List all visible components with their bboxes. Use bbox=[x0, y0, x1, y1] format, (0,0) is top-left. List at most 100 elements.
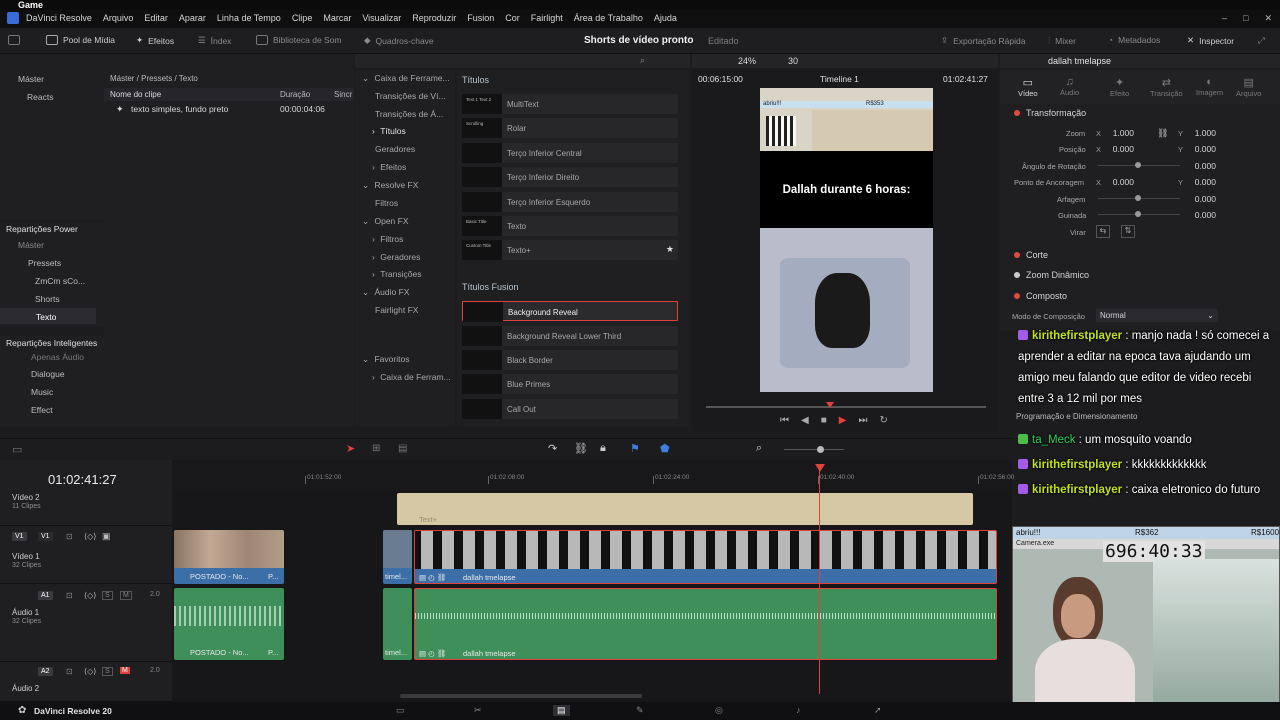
menu-item[interactable]: Ajuda bbox=[654, 13, 677, 23]
crop-section[interactable]: Corte bbox=[1014, 250, 1048, 260]
effect-item[interactable]: Terço Inferior Central bbox=[462, 143, 678, 163]
maximize-icon[interactable]: □ bbox=[1243, 13, 1248, 24]
effects-search-icon[interactable]: ⌕ bbox=[640, 55, 645, 66]
menu-item[interactable]: Fairlight bbox=[531, 13, 563, 23]
quick-export-button[interactable]: ⇪ Exportação Rápida bbox=[941, 35, 1025, 46]
effects-tree-item[interactable]: › Transições bbox=[372, 269, 421, 279]
fusion-title-item[interactable]: Blue Primes bbox=[462, 374, 678, 394]
auto-select-icon[interactable]: ⟨◇⟩ bbox=[84, 532, 96, 541]
effects-tree-item[interactable]: Transições de Ví... bbox=[372, 91, 446, 101]
edit-page-icon[interactable]: ▤ bbox=[553, 705, 570, 716]
menu-item[interactable]: Linha de Tempo bbox=[217, 13, 281, 23]
menu-item[interactable]: Marcar bbox=[323, 13, 351, 23]
color-page-icon[interactable]: ◎ bbox=[715, 705, 723, 716]
bin-master[interactable]: Máster bbox=[18, 74, 44, 84]
transform-section[interactable]: Transformação bbox=[1014, 108, 1086, 118]
inspector-tab[interactable]: ⇄ Transição bbox=[1150, 76, 1183, 98]
layout-icon[interactable] bbox=[8, 35, 20, 45]
smart-bin-music[interactable]: Music bbox=[31, 387, 53, 397]
rotation-slider[interactable] bbox=[1135, 162, 1141, 168]
effect-item[interactable]: Scrolling Rolar bbox=[462, 118, 678, 138]
menu-item[interactable]: Cor bbox=[505, 13, 520, 23]
fusion-titles-section-header[interactable]: Títulos Fusion bbox=[462, 282, 519, 292]
composite-section[interactable]: Composto bbox=[1014, 291, 1067, 301]
track-visibility-icon[interactable]: ▣ bbox=[102, 531, 111, 542]
track-id-a2[interactable]: A2 bbox=[38, 667, 53, 676]
anchor-x-field[interactable]: 0.000 bbox=[1098, 177, 1134, 187]
yaw-field[interactable]: 0.000 bbox=[1180, 210, 1216, 220]
timeline-view-icon[interactable]: ▭ bbox=[12, 443, 22, 456]
menu-item[interactable]: DaVinci Resolve bbox=[26, 13, 92, 23]
track-id-a1[interactable]: A1 bbox=[38, 591, 53, 600]
rotation-field[interactable]: 0.000 bbox=[1180, 161, 1216, 171]
auto-select-icon[interactable]: ⟨◇⟩ bbox=[84, 591, 96, 600]
link-clips-icon[interactable]: ⛓ bbox=[574, 442, 588, 455]
text-plus-clip[interactable]: Text+ bbox=[397, 493, 973, 525]
effects-tree-item[interactable]: Filtros bbox=[372, 198, 398, 208]
media-pool-button[interactable]: Pool de Mídia bbox=[46, 35, 115, 45]
effects-tree-item[interactable]: › Caixa de Ferram... bbox=[372, 372, 451, 382]
fusion-title-item[interactable]: Black Border bbox=[462, 350, 678, 370]
effects-tree-item[interactable]: ⌄ Áudio FX bbox=[362, 287, 409, 298]
play-icon[interactable]: ▶ bbox=[839, 415, 847, 426]
smart-bin-audio[interactable]: Apenas Áudio bbox=[31, 352, 84, 362]
fusion-page-icon[interactable]: ✎ bbox=[636, 705, 644, 716]
position-x-field[interactable]: 0.000 bbox=[1098, 144, 1134, 154]
link-icon[interactable]: ⛓ bbox=[1157, 128, 1168, 139]
audio-clip-dallah[interactable]: ▤ ◴ ⛓ dallah tmelapse bbox=[414, 588, 997, 660]
power-bin-zmcm[interactable]: ZmCm sCo... bbox=[35, 276, 85, 286]
solo-button[interactable]: S bbox=[102, 667, 113, 676]
fusion-title-item[interactable]: Background Reveal bbox=[462, 301, 678, 322]
zoom-x-field[interactable]: 1.000 bbox=[1098, 128, 1134, 138]
inspector-tab[interactable]: ♫ Áudio bbox=[1060, 76, 1079, 97]
effects-button[interactable]: ✦ Efeitos bbox=[136, 35, 174, 46]
scrubber-playhead[interactable] bbox=[826, 402, 834, 408]
effect-item[interactable]: Text 1 Text 2 MultiText bbox=[462, 94, 678, 114]
skip-back-icon[interactable]: ⏮ bbox=[780, 415, 789, 426]
effects-tree-item[interactable]: › Geradores bbox=[372, 252, 420, 262]
effect-item[interactable]: Terço Inferior Esquerdo bbox=[462, 192, 678, 212]
menu-item[interactable]: Fusion bbox=[467, 13, 494, 23]
effects-tree-item[interactable]: Fairlight FX bbox=[372, 305, 418, 315]
inspector-button[interactable]: ✕ Inspector bbox=[1187, 35, 1234, 46]
mute-button[interactable]: M bbox=[120, 591, 132, 600]
track-id-v1-dest[interactable]: V1 bbox=[12, 532, 27, 541]
flip-horizontal-icon[interactable]: ⇆ bbox=[1096, 225, 1110, 238]
effect-item[interactable]: Basic Title Texto bbox=[462, 216, 678, 236]
power-bin-master[interactable]: Máster bbox=[18, 240, 44, 250]
lock-track-icon[interactable]: ⊡ bbox=[66, 532, 73, 541]
menu-item[interactable]: Visualizar bbox=[362, 13, 401, 23]
flag-icon[interactable]: ⚑ bbox=[630, 442, 640, 455]
loop-icon[interactable]: ↻ bbox=[879, 415, 887, 426]
scrubber[interactable] bbox=[706, 406, 986, 408]
timeline-scrollbar[interactable] bbox=[400, 694, 642, 698]
breadcrumb[interactable]: Máster / Pressets / Texto bbox=[110, 74, 198, 83]
fairlight-page-icon[interactable]: ♪ bbox=[796, 705, 801, 715]
anchor-y-field[interactable]: 0.000 bbox=[1180, 177, 1216, 187]
blade-tool-icon[interactable]: ▤ bbox=[398, 443, 407, 454]
inspector-tab[interactable]: ▭ Vídeo bbox=[1018, 76, 1038, 98]
fusion-title-item[interactable]: Call Out bbox=[462, 399, 678, 419]
smart-bin-dialogue[interactable]: Dialogue bbox=[31, 369, 65, 379]
marker-icon[interactable]: ⬟ bbox=[660, 442, 670, 455]
effect-item[interactable]: Custom Title Texto+ ★ bbox=[462, 240, 678, 260]
fusion-title-item[interactable]: Background Reveal Lower Third bbox=[462, 326, 678, 346]
effects-tree-item[interactable]: › Efeitos bbox=[372, 162, 406, 172]
minimize-icon[interactable]: – bbox=[1222, 13, 1227, 24]
menu-item[interactable]: Clipe bbox=[292, 13, 313, 23]
effects-tree-item[interactable]: ⌄ Open FX bbox=[362, 216, 409, 227]
trim-tool-icon[interactable]: ⊞ bbox=[372, 443, 380, 454]
sound-library-button[interactable]: Biblioteca de Som bbox=[256, 35, 342, 45]
video-clip-dallah[interactable]: ▤ ◴ ⛓ dallah tmelapse bbox=[414, 530, 997, 584]
col-sync[interactable]: Sincr bbox=[334, 90, 352, 99]
composite-mode-select[interactable]: Normal ⌄ bbox=[1096, 309, 1218, 322]
lock-track-icon[interactable]: ⊡ bbox=[66, 667, 73, 676]
power-bin-pressets[interactable]: Pressets bbox=[28, 258, 61, 268]
auto-select-icon[interactable]: ⟨◇⟩ bbox=[84, 667, 96, 676]
effects-tree-item[interactable]: Transições de Á... bbox=[372, 109, 443, 119]
lock-track-icon[interactable]: ⊡ bbox=[66, 591, 73, 600]
skip-forward-icon[interactable]: ⏭ bbox=[858, 415, 867, 426]
effects-tree-item[interactable]: ⌄ Favoritos bbox=[362, 354, 409, 365]
inspector-tab[interactable]: ✦ Efeito bbox=[1110, 76, 1129, 98]
audio-clip-timelapse-short[interactable]: timel... bbox=[383, 588, 412, 660]
